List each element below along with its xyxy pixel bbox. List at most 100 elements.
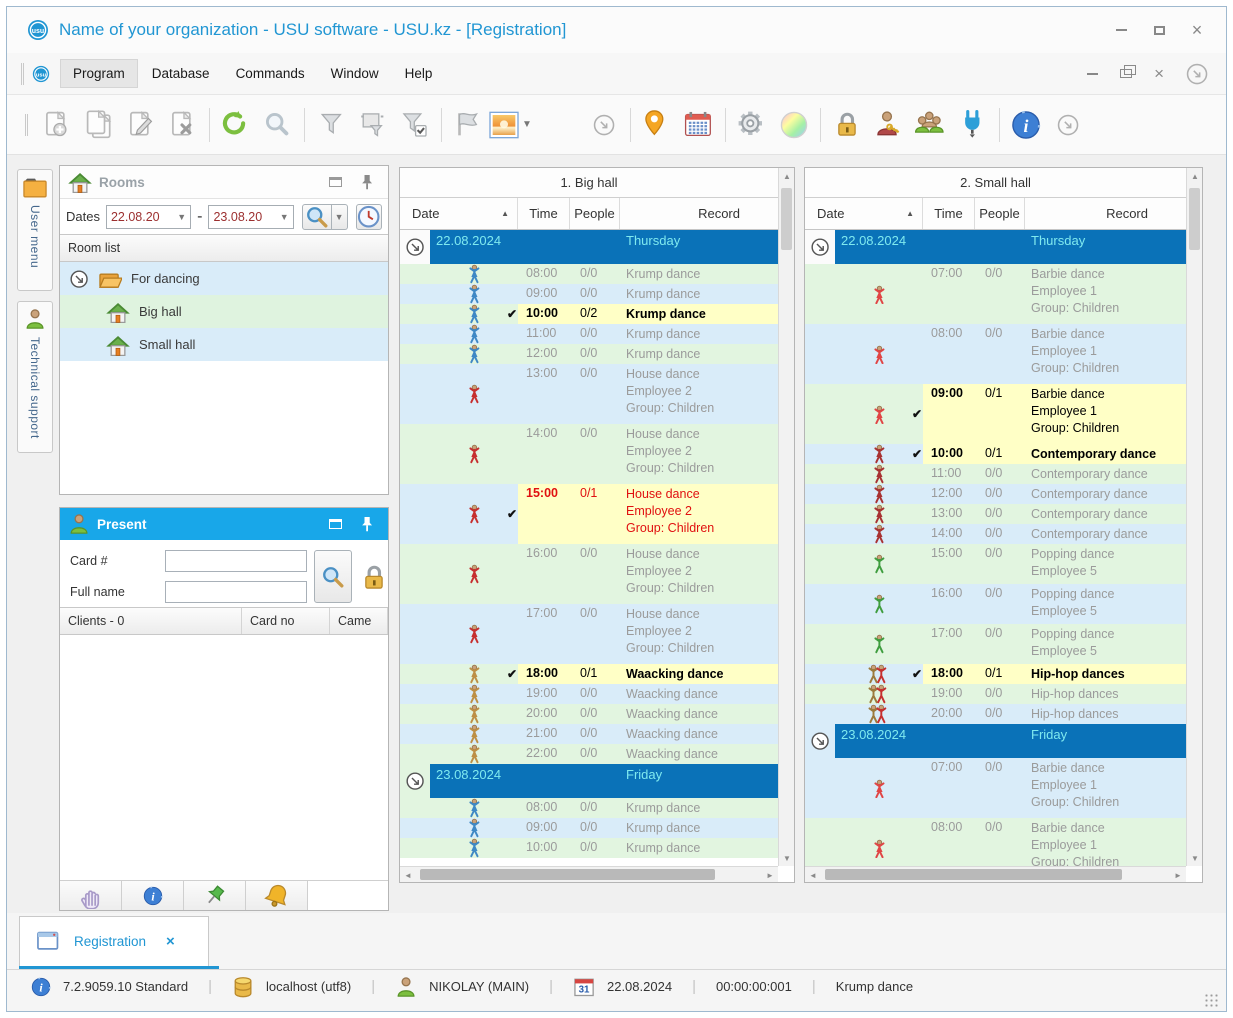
user-group-button[interactable] <box>910 103 952 147</box>
filter-button[interactable] <box>310 103 352 147</box>
scroll-left-arrow[interactable]: ◄ <box>805 867 821 883</box>
card-number-input[interactable] <box>165 550 307 572</box>
scroll-up-arrow[interactable]: ▲ <box>1187 168 1203 184</box>
map-pin-button[interactable] <box>636 103 678 147</box>
date-group-row[interactable]: 22.08.2024 Thursday <box>805 230 1186 264</box>
panel-restore-icon[interactable] <box>329 177 342 187</box>
flag-button[interactable] <box>447 103 489 147</box>
session-row[interactable]: 08:00 0/0 Barbie dance Employee 1 Group: Chi… <box>805 818 1186 866</box>
session-row[interactable]: 15:00 0/0 Popping dance Employee 5 <box>805 544 1186 584</box>
session-row[interactable]: ✔ 15:00 0/1 House dance Employee 2 Group: Chi… <box>400 484 778 544</box>
session-row[interactable]: 21:00 0/0 Waacking dance <box>400 724 778 744</box>
time-column-header[interactable]: Time <box>923 198 975 229</box>
session-row[interactable]: 13:00 0/0 Contemporary dance <box>805 504 1186 524</box>
date-group-row[interactable]: 23.08.2024 Friday <box>400 764 778 798</box>
search-button[interactable] <box>257 103 299 147</box>
pin-icon[interactable] <box>358 515 376 533</box>
session-row[interactable]: 17:00 0/0 House dance Employee 2 Group: Chil… <box>400 604 778 664</box>
lock-button[interactable] <box>826 103 868 147</box>
session-row[interactable]: 19:00 0/0 Waacking dance <box>400 684 778 704</box>
session-row[interactable]: 11:00 0/0 Contemporary dance <box>805 464 1186 484</box>
sidebar-tab-technical-support[interactable]: Technical support <box>17 301 53 453</box>
record-column-header[interactable]: Record <box>1025 198 1186 229</box>
session-row[interactable]: 12:00 0/0 Contemporary dance <box>805 484 1186 504</box>
mdi-minimize-button[interactable] <box>1087 72 1099 75</box>
session-row[interactable]: 16:00 0/0 Popping dance Employee 5 <box>805 584 1186 624</box>
time-column-header[interactable]: Time <box>518 198 570 229</box>
pushpin-button[interactable] <box>184 881 246 910</box>
mdi-menu-icon[interactable] <box>1186 63 1208 85</box>
overflow-button[interactable] <box>1047 103 1089 147</box>
scroll-down-arrow[interactable]: ▼ <box>1187 850 1203 866</box>
session-row[interactable]: ✔ 09:00 0/1 Barbie dance Employee 1 Group: Ch… <box>805 384 1186 444</box>
session-row[interactable]: 07:00 0/0 Barbie dance Employee 1 Group: Chi… <box>805 264 1186 324</box>
menu-item-database[interactable]: Database <box>140 60 222 87</box>
room-tree-item[interactable]: For dancing <box>60 262 388 295</box>
search-rooms-button[interactable] <box>301 203 332 230</box>
color-palette-button[interactable] <box>773 103 815 147</box>
session-row[interactable]: 12:00 0/0 Krump dance <box>400 344 778 364</box>
horizontal-scroll-thumb[interactable] <box>825 869 1123 880</box>
new-record-button[interactable] <box>36 103 78 147</box>
session-row[interactable]: 19:00 0/0 Hip-hop dances <box>805 684 1186 704</box>
collapse-icon[interactable] <box>70 269 88 288</box>
session-row[interactable]: 13:00 0/0 House dance Employee 2 Group: Chil… <box>400 364 778 424</box>
chevron-down-icon[interactable]: ▼ <box>522 119 532 130</box>
tab-close-icon[interactable]: × <box>166 933 175 950</box>
collapse-icon[interactable] <box>406 238 424 256</box>
vertical-scrollbar[interactable]: ▲ ▼ <box>1186 168 1202 866</box>
session-row[interactable]: 20:00 0/0 Hip-hop dances <box>805 704 1186 724</box>
resize-grip[interactable] <box>1204 993 1220 1007</box>
card-no-column-header[interactable]: Card no <box>242 608 330 634</box>
room-tree-item[interactable]: Big hall <box>60 295 388 328</box>
collapse-icon[interactable] <box>406 772 424 790</box>
session-row[interactable]: 09:00 0/0 Krump dance <box>400 818 778 838</box>
vertical-scroll-thumb[interactable] <box>781 188 792 250</box>
session-row[interactable]: 07:00 0/0 Barbie dance Employee 1 Group: Chi… <box>805 758 1186 818</box>
search-client-button[interactable] <box>314 550 352 603</box>
sidebar-tab-user-menu[interactable]: User menu <box>17 169 53 291</box>
maximize-button[interactable] <box>1144 17 1174 43</box>
date-group-row[interactable]: 23.08.2024 Friday <box>805 724 1186 758</box>
toolbar-drag-handle[interactable] <box>21 62 24 85</box>
menu-item-window[interactable]: Window <box>319 60 391 87</box>
full-name-input[interactable] <box>165 581 307 603</box>
horizontal-scrollbar[interactable]: ◄ ► <box>400 866 778 882</box>
room-tree-item[interactable]: Small hall <box>60 328 388 361</box>
clients-count-column-header[interactable]: Clients - 0 <box>60 608 242 634</box>
menu-item-commands[interactable]: Commands <box>224 60 317 87</box>
edit-record-button[interactable] <box>120 103 162 147</box>
pin-icon[interactable] <box>358 173 376 191</box>
scroll-right-arrow[interactable]: ► <box>1170 867 1186 883</box>
menu-item-program[interactable]: Program <box>60 59 138 88</box>
session-row[interactable]: ✔ 10:00 0/2 Krump dance <box>400 304 778 324</box>
horizontal-scroll-thumb[interactable] <box>420 869 715 880</box>
session-row[interactable]: ✔ 18:00 0/1 Waacking dance <box>400 664 778 684</box>
filter-columns-button[interactable] <box>352 103 394 147</box>
collapse-icon[interactable] <box>811 238 829 256</box>
date-column-header[interactable]: Date ▲ <box>400 198 518 229</box>
vertical-scrollbar[interactable]: ▲ ▼ <box>778 168 794 866</box>
session-row[interactable]: ✔ 10:00 0/1 Contemporary dance <box>805 444 1186 464</box>
search-options-dropdown[interactable]: ▼ <box>331 203 348 230</box>
toolbar-drag-handle[interactable] <box>25 113 28 136</box>
date-from-dropdown[interactable]: 22.08.20 ▼ <box>105 204 192 229</box>
people-column-header[interactable]: People <box>975 198 1025 229</box>
session-row[interactable]: ✔ 18:00 0/1 Hip-hop dances <box>805 664 1186 684</box>
refresh-button[interactable] <box>215 103 257 147</box>
session-row[interactable]: 14:00 0/0 Contemporary dance <box>805 524 1186 544</box>
horizontal-scrollbar[interactable]: ◄ ► <box>805 866 1186 882</box>
scroll-down-arrow[interactable]: ▼ <box>779 850 795 866</box>
scroll-up-arrow[interactable]: ▲ <box>779 168 795 184</box>
session-row[interactable]: 08:00 0/0 Barbie dance Employee 1 Group: Chi… <box>805 324 1186 384</box>
info-button[interactable]: i <box>122 881 184 910</box>
delete-record-button[interactable] <box>162 103 204 147</box>
scroll-right-arrow[interactable]: ► <box>762 867 778 883</box>
close-button[interactable]: × <box>1182 17 1212 43</box>
session-row[interactable]: 10:00 0/0 Krump dance <box>400 838 778 858</box>
calendar-button[interactable] <box>678 103 720 147</box>
vertical-scroll-thumb[interactable] <box>1189 188 1200 250</box>
came-column-header[interactable]: Came <box>330 608 388 634</box>
session-row[interactable]: 08:00 0/0 Krump dance <box>400 798 778 818</box>
session-row[interactable]: 20:00 0/0 Waacking dance <box>400 704 778 724</box>
